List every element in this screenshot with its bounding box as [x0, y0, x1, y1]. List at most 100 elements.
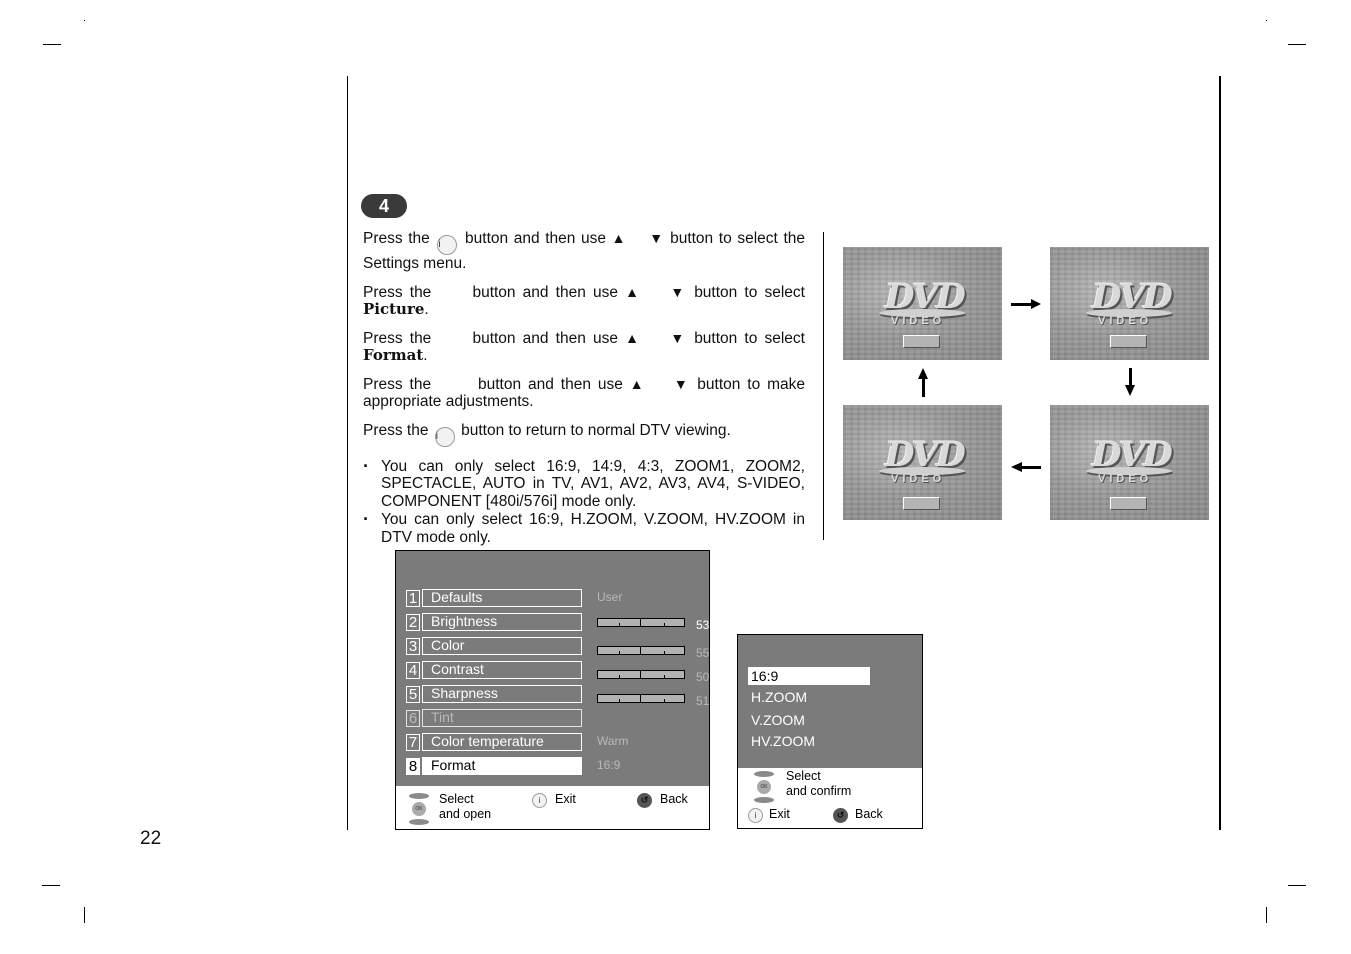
exit-hint: Exit	[769, 807, 790, 821]
instruction-2: Press the button and then use ▲ ▼ button…	[363, 284, 805, 319]
format-label-box	[1110, 335, 1147, 348]
menu-item-sharpness[interactable]: 5 Sharpness 51	[406, 685, 709, 708]
exit-info-icon: i	[748, 808, 763, 823]
nav-pad-icon: OK	[753, 771, 775, 803]
column-divider	[823, 232, 824, 540]
format-screen-1: DVD VIDEO	[843, 247, 1002, 360]
menu-item-label: Tint	[422, 709, 582, 727]
menu-item-label: Contrast	[422, 661, 582, 679]
format-label-box	[1110, 497, 1147, 510]
menu-item-number: 7	[406, 734, 420, 751]
crop-dot	[1266, 20, 1267, 21]
text: Press the	[363, 375, 432, 393]
up-arrow-icon: ▲	[629, 375, 647, 392]
menu-item-number: 6	[406, 710, 420, 727]
menu-item-number: 1	[406, 590, 420, 607]
format-label-box	[903, 497, 940, 510]
format-option[interactable]: HV.ZOOM	[748, 732, 870, 750]
video-label: VIDEO	[891, 315, 946, 327]
text: .	[424, 301, 429, 318]
back-icon: ↺	[637, 793, 652, 808]
format-menu-footer: OK Select and confirm i Exit ↺ Back	[738, 768, 922, 828]
down-arrow-icon: ▼	[670, 283, 688, 300]
slider-value: 51	[696, 694, 710, 708]
note-item: You can only select 16:9, 14:9, 4:3, ZOO…	[363, 458, 805, 511]
menu-item-label: Format	[422, 757, 582, 775]
menu-item-number: 3	[406, 638, 420, 655]
text: button to return to normal DTV viewing.	[461, 421, 731, 439]
instruction-3: Press the button and then use ▲ ▼ button…	[363, 330, 805, 365]
exit-info-icon: i	[532, 793, 547, 808]
menu-item-brightness[interactable]: 2 Brightness 53	[406, 613, 709, 632]
up-arrow-icon: ▲	[625, 283, 642, 300]
text: Press the	[363, 230, 430, 247]
value-slider[interactable]	[597, 670, 685, 679]
picture-menu: 1 Defaults User 2 Brightness 53 3 Color 55 4 Contr…	[395, 550, 710, 830]
back-hint: Back	[855, 807, 883, 821]
value-slider[interactable]	[597, 618, 685, 627]
note-item: You can only select 16:9, H.ZOOM, V.ZOOM…	[363, 511, 805, 546]
select-hint: Select and confirm	[786, 769, 852, 798]
text: .	[423, 347, 428, 364]
up-arrow-icon: ▲	[625, 329, 642, 346]
format-option[interactable]: V.ZOOM	[748, 711, 870, 729]
menu-item-value: 16:9	[597, 758, 621, 772]
format-option[interactable]: H.ZOOM	[748, 688, 870, 706]
menu-item-tint[interactable]: 6 Tint	[406, 709, 706, 727]
back-icon: ↺	[833, 808, 848, 823]
text: Press the	[363, 283, 432, 301]
text: button to select	[694, 329, 805, 347]
menu-item-label: Sharpness	[422, 685, 582, 703]
menu-name-picture: Picture	[363, 300, 425, 318]
page-number: 22	[140, 828, 162, 849]
value-slider[interactable]	[597, 694, 685, 703]
menu-item-defaults[interactable]: 1 Defaults User	[406, 589, 706, 607]
instruction-4: Press the button and then use ▲ ▼ button…	[363, 376, 805, 411]
instruction-1: Press the i button and then use ▲ ▼ butt…	[363, 230, 805, 273]
format-option[interactable]: 16:9	[748, 667, 870, 685]
notes-list: You can only select 16:9, 14:9, 4:3, ZOO…	[363, 458, 805, 547]
select-hint: Select and open	[439, 792, 492, 821]
menu-item-number: 8	[406, 758, 420, 775]
info-button-icon: i	[434, 426, 455, 447]
menu-item-value: Warm	[597, 734, 629, 748]
picture-menu-footer: OK Select and open i Exit ↺ Back	[396, 786, 709, 829]
instructions: Press the i button and then use ▲ ▼ butt…	[363, 230, 805, 547]
menu-item-number: 5	[406, 686, 420, 703]
crop-dot	[84, 20, 85, 21]
back-hint: Back	[660, 792, 688, 806]
menu-item-label: Brightness	[422, 613, 582, 631]
text: Press the	[363, 421, 429, 439]
value-slider[interactable]	[597, 646, 685, 655]
menu-item-number: 2	[406, 614, 420, 631]
text: button to select	[694, 283, 805, 301]
format-menu: 16:9 H.ZOOM V.ZOOM HV.ZOOM OK Select and co…	[737, 634, 923, 829]
video-label: VIDEO	[1098, 473, 1153, 485]
menu-item-color[interactable]: 3 Color 55	[406, 637, 709, 660]
crop-mark	[43, 44, 61, 45]
text: button and then use	[472, 329, 618, 347]
step-badge: 4	[361, 194, 407, 218]
menu-item-label: Color	[422, 637, 582, 655]
menu-item-value: User	[597, 590, 623, 604]
video-label: VIDEO	[1098, 315, 1153, 327]
crop-mark	[1288, 885, 1306, 886]
exit-hint: Exit	[555, 792, 576, 806]
crop-mark	[1266, 907, 1267, 923]
menu-item-number: 4	[406, 662, 420, 679]
format-screen-4: DVD VIDEO	[843, 405, 1002, 520]
format-label-box	[903, 335, 940, 348]
down-arrow-icon: ▼	[670, 329, 688, 346]
menu-item-label: Defaults	[422, 589, 582, 607]
menu-item-format[interactable]: 8 Format 16:9	[406, 757, 706, 775]
info-button-icon: i	[437, 235, 458, 255]
menu-item-contrast[interactable]: 4 Contrast 50	[406, 661, 709, 684]
left-margin-rule	[347, 76, 348, 830]
down-arrow-icon: ▼	[649, 230, 665, 246]
video-label: VIDEO	[891, 473, 946, 485]
crop-mark	[42, 885, 60, 886]
text: button and then use	[478, 375, 623, 393]
crop-mark	[1288, 44, 1306, 45]
text: button and then use	[472, 283, 618, 301]
menu-item-color-temperature[interactable]: 7 Color temperature Warm	[406, 733, 706, 751]
